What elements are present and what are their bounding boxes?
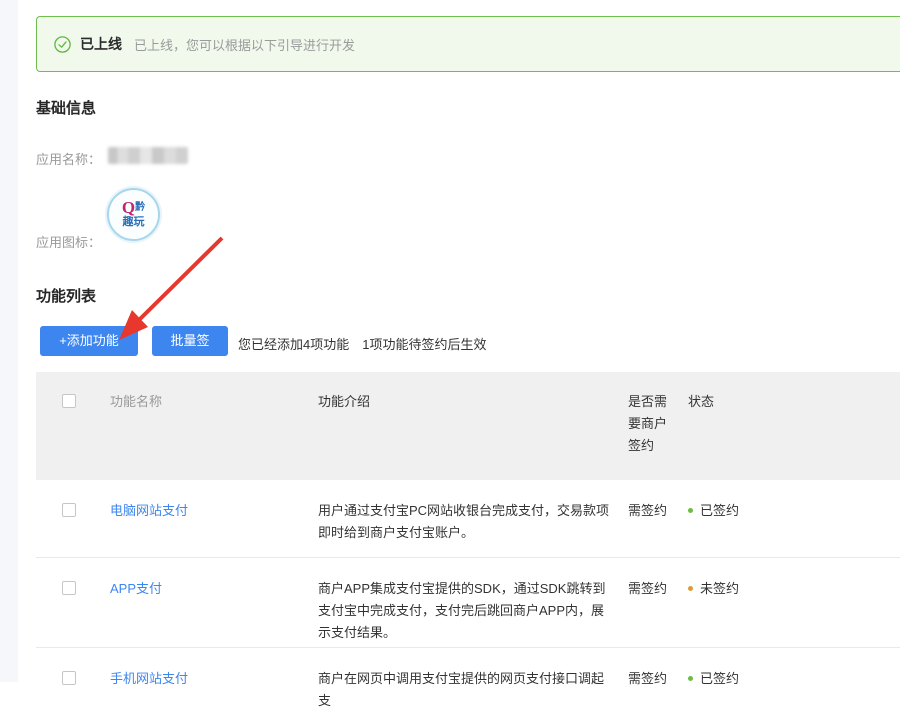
table-row: 手机网站支付 商户在网页中调用支付宝提供的网页支付接口调起支 需签约 已签约 (36, 648, 900, 708)
app-icon-label: 应用图标： (36, 232, 101, 251)
banner-title: 已上线 (80, 34, 122, 54)
header-feature-name: 功能名称 (110, 391, 318, 413)
feature-summary-text: 您已经添加4项功能 1项功能待签约后生效 (238, 334, 486, 353)
feature-link[interactable]: 电脑网站支付 (110, 503, 188, 518)
status-banner: 已上线 已上线，您可以根据以下引导进行开发 (36, 16, 900, 72)
status-text: 已签约 (700, 500, 739, 522)
status-text: 已签约 (700, 668, 739, 690)
feature-list-title: 功能列表 (36, 285, 96, 306)
basic-info-title: 基础信息 (36, 97, 96, 118)
table-row: APP支付 商户APP集成支付宝提供的SDK，通过SDK跳转到支付宝中完成支付，… (36, 558, 900, 648)
select-all-checkbox[interactable] (62, 394, 76, 408)
feature-link[interactable]: 手机网站支付 (110, 671, 188, 686)
app-name-redacted-value (108, 147, 188, 164)
app-icon-letter: Q (122, 199, 135, 216)
sidebar-edge (0, 0, 18, 682)
table-header: 功能名称 功能介绍 是否需要商户签约 状态 (36, 372, 900, 480)
check-circle-icon (54, 36, 71, 53)
status-dot (688, 676, 693, 681)
feature-description: 商户APP集成支付宝提供的SDK，通过SDK跳转到支付宝中完成支付，支付完后跳回… (318, 578, 628, 644)
app-icon: Q黔 趣玩 (107, 188, 160, 241)
sign-required-value: 需签约 (628, 578, 688, 600)
app-icon-chars: 趣玩 (123, 216, 145, 229)
table-row: 电脑网站支付 用户通过支付宝PC网站收银台完成支付，交易款项即时给到商户支付宝账… (36, 480, 900, 558)
sign-required-value: 需签约 (628, 500, 688, 522)
row-checkbox[interactable] (62, 503, 76, 517)
header-feature-intro: 功能介绍 (318, 391, 628, 413)
batch-sign-button[interactable]: 批量签约 (152, 326, 228, 356)
feature-description: 用户通过支付宝PC网站收银台完成支付，交易款项即时给到商户支付宝账户。 (318, 500, 628, 544)
feature-description: 商户在网页中调用支付宝提供的网页支付接口调起支 (318, 668, 628, 712)
status-dot (688, 586, 693, 591)
row-checkbox[interactable] (62, 671, 76, 685)
row-checkbox[interactable] (62, 581, 76, 595)
banner-description: 已上线，您可以根据以下引导进行开发 (134, 35, 355, 54)
header-status: 状态 (674, 391, 900, 413)
status-text: 未签约 (700, 578, 739, 600)
add-feature-button[interactable]: +添加功能 (40, 326, 138, 356)
status-dot (688, 508, 693, 513)
header-sign-required: 是否需要商户签约 (628, 391, 674, 457)
sign-required-value: 需签约 (628, 668, 688, 690)
feature-table: 功能名称 功能介绍 是否需要商户签约 状态 电脑网站支付 用户通过支付宝PC网站… (36, 372, 900, 708)
app-icon-char: 黔 (135, 203, 145, 213)
app-name-label: 应用名称： (36, 149, 101, 168)
feature-link[interactable]: APP支付 (110, 581, 162, 596)
